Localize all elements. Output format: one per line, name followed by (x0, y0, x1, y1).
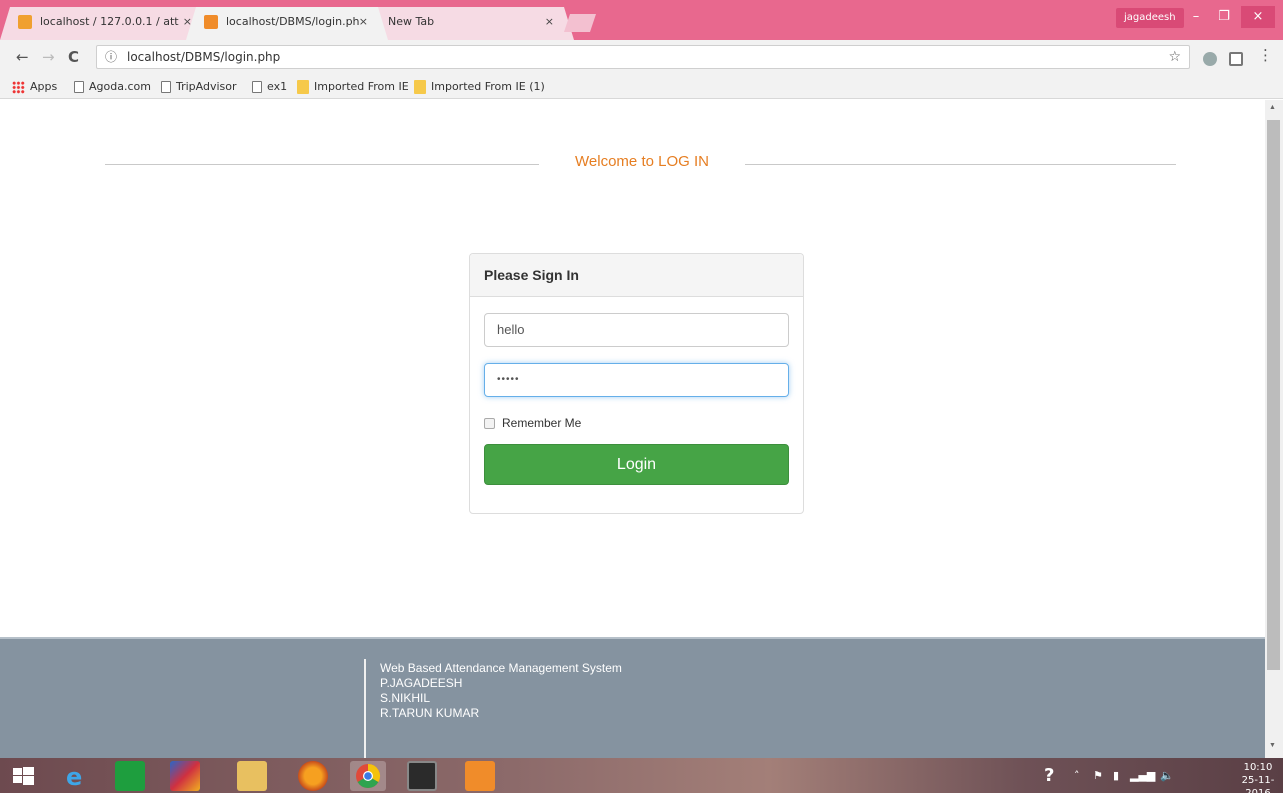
vertical-scrollbar[interactable]: ▲ ▼ (1265, 100, 1283, 758)
chrome-taskbar-button[interactable] (350, 761, 386, 791)
clock-date: 25-11-2016 (1241, 775, 1275, 799)
internet-explorer-icon: e (66, 763, 82, 791)
tab-title: New Tab (388, 15, 435, 28)
chrome-icon (356, 764, 381, 789)
minimize-button[interactable]: – (1182, 6, 1210, 28)
apps-icon (12, 80, 25, 94)
tab-new-tab[interactable]: New Tab × (362, 7, 574, 40)
bookmark-folder-ie[interactable]: Imported From IE (297, 75, 409, 99)
footer-line: S.NIKHIL (380, 691, 431, 705)
remember-label: Remember Me (502, 416, 582, 430)
address-bar[interactable]: ⓘ localhost/DBMS/login.php ☆ (96, 45, 1190, 69)
folder-icon (297, 80, 309, 94)
xampp-taskbar-button[interactable] (465, 761, 495, 791)
tab-title: localhost / 127.0.0.1 / att (40, 15, 179, 28)
footer-line: Web Based Attendance Management System (380, 661, 622, 675)
bookmark-label: Imported From IE (1) (431, 80, 545, 93)
login-panel: Please Sign In hello ••••• Remember Me L… (469, 253, 804, 514)
battery-icon[interactable]: ▮ (1113, 758, 1119, 793)
bookmark-agoda[interactable]: Agoda.com (74, 75, 151, 99)
tab-login[interactable]: localhost/DBMS/login.ph × (186, 7, 388, 40)
browser-titlebar: localhost / 127.0.0.1 / att × localhost/… (0, 0, 1283, 40)
footer-text: Web Based Attendance Management System P… (380, 661, 622, 721)
page-icon (252, 81, 262, 93)
profile-button[interactable]: jagadeesh (1116, 8, 1184, 28)
remember-checkbox[interactable] (484, 418, 495, 430)
footer-divider (364, 659, 366, 758)
bookmark-apps[interactable]: Apps (12, 75, 57, 99)
close-window-button[interactable]: × (1241, 6, 1275, 28)
page-footer: Web Based Attendance Management System P… (0, 637, 1265, 758)
footer-line: R.TARUN KUMAR (380, 706, 480, 720)
bookmark-label: Agoda.com (89, 80, 151, 93)
footer-line: P.JAGADEESH (380, 676, 463, 690)
windows-taskbar: e ? ˄ ⚑ ▮ ▂▄▆ 🔈 10:10 25-11-2016 (0, 758, 1283, 799)
start-button[interactable] (8, 761, 38, 791)
help-icon[interactable]: ? (1044, 758, 1054, 793)
volume-icon[interactable]: 🔈 (1160, 758, 1174, 793)
bookmark-ex1[interactable]: ex1 (252, 75, 287, 99)
firefox-taskbar-button[interactable] (298, 761, 328, 791)
store-taskbar-button[interactable] (115, 761, 145, 791)
action-center-flag-icon[interactable]: ⚑ (1093, 758, 1103, 793)
back-button[interactable]: ← (16, 48, 29, 66)
xampp-icon (204, 15, 218, 29)
reload-button[interactable]: C (68, 48, 79, 66)
scroll-up-icon[interactable]: ▲ (1269, 104, 1276, 111)
tab-close-icon[interactable]: × (359, 7, 368, 37)
forward-button[interactable]: → (42, 48, 55, 66)
bookmark-label: ex1 (267, 80, 288, 93)
tab-phpmyadmin[interactable]: localhost / 127.0.0.1 / att × (0, 7, 212, 40)
cast-icon[interactable] (1229, 52, 1243, 66)
login-button[interactable]: Login (484, 444, 789, 485)
divider-left (105, 164, 539, 165)
bookmark-label: Imported From IE (314, 80, 409, 93)
password-input[interactable]: ••••• (484, 363, 789, 397)
bookmark-label: Apps (30, 80, 58, 93)
file-explorer-taskbar-button[interactable] (237, 761, 267, 791)
tab-close-icon[interactable]: × (545, 7, 554, 37)
app-taskbar-button[interactable] (170, 761, 200, 791)
username-input[interactable]: hello (484, 313, 789, 347)
phpmyadmin-icon (18, 15, 32, 29)
bookmark-star-icon[interactable]: ☆ (1168, 46, 1181, 68)
folder-icon (414, 80, 426, 94)
info-icon[interactable]: ⓘ (105, 46, 117, 68)
taskbar-clock[interactable]: 10:10 25-11-2016 (1233, 761, 1283, 800)
divider-right (745, 164, 1176, 165)
welcome-heading: Welcome to LOG IN (575, 153, 709, 170)
bookmark-folder-ie-1[interactable]: Imported From IE (1) (414, 75, 545, 99)
windows-logo-icon (13, 767, 34, 785)
new-tab-button[interactable] (564, 14, 596, 32)
panel-title: Please Sign In (470, 254, 803, 297)
bookmark-tripadvisor[interactable]: TripAdvisor (161, 75, 237, 99)
remember-me[interactable]: Remember Me (484, 416, 581, 430)
extension-icon[interactable] (1203, 52, 1217, 66)
scroll-down-icon[interactable]: ▼ (1269, 742, 1276, 749)
clock-time: 10:10 (1243, 762, 1273, 773)
terminal-taskbar-button[interactable] (407, 761, 437, 791)
page-content: Welcome to LOG IN Please Sign In hello •… (0, 100, 1265, 758)
url-text: localhost/DBMS/login.php (127, 50, 281, 64)
bookmarks-bar: Apps Agoda.com TripAdvisor ex1 Imported … (0, 75, 1283, 99)
tray-expand-icon[interactable]: ˄ (1074, 758, 1080, 793)
network-icon[interactable]: ▂▄▆ (1130, 758, 1155, 793)
menu-icon[interactable]: ⋮ (1258, 46, 1273, 64)
browser-toolbar: ← → C ⓘ localhost/DBMS/login.php ☆ ⋮ (0, 40, 1283, 75)
page-icon (74, 81, 84, 93)
svg-text:e: e (66, 763, 82, 791)
bookmark-label: TripAdvisor (176, 80, 237, 93)
tab-title: localhost/DBMS/login.ph (226, 15, 360, 28)
restore-button[interactable]: ❐ (1210, 6, 1238, 28)
ie-taskbar-button[interactable]: e (60, 761, 90, 791)
page-icon (161, 81, 171, 93)
scrollbar-thumb[interactable] (1267, 120, 1280, 670)
